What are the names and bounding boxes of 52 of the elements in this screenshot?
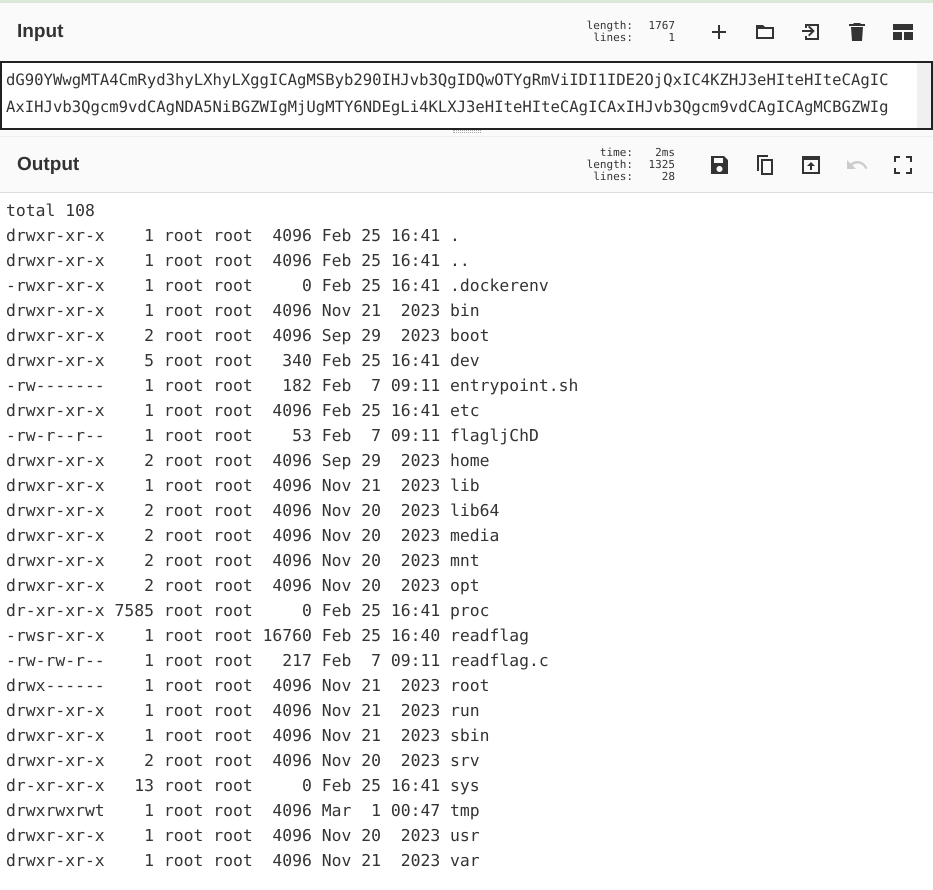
stat-label: lines: <box>593 170 633 182</box>
output-line: drwxr-xr-x 1 root root 4096 Feb 25 16:41 etc <box>6 400 480 422</box>
output-line: total 108 <box>6 200 95 222</box>
output-line: drwxr-xr-x 1 root root 4096 Feb 25 16:41 .. <box>6 250 470 272</box>
panel-title: Output <box>17 154 80 176</box>
output-line: drwx------ 1 root root 4096 Nov 21 2023 root <box>6 675 490 697</box>
output-line: drwxr-xr-x 1 root root 4096 Feb 25 16:41 . <box>6 225 460 247</box>
output-line: drwxr-xr-x 1 root root 4096 Nov 20 2023 usr <box>6 825 480 847</box>
copy-icon <box>757 154 773 174</box>
output-line: dr-xr-xr-x 13 root root 0 Feb 25 16:41 sys <box>6 775 480 797</box>
output-line: drwxr-xr-x 1 root root 4096 Nov 21 2023 bin <box>6 300 480 322</box>
stat-label: length: <box>586 20 633 32</box>
input-field[interactable]: dG90YWwgMTA4CmRyd3hyLXhyLXggICAgMSByb290IHJvb3QgIDQwOTYgRmViIDI1IDE2OjQxIC4KZHJ3eHIteHIteCAgIC AxIHJvb3Qgcm9vdCAgNDA5NiBGZWIgMjUgMTY6NDEgLi4KLXJ3eHIteHIteCAgICAxIHJvb3Qgcm9vdCAgICAgMCBGZWIg <box>0 61 933 130</box>
output-line: drwxr-xr-x 2 root root 4096 Nov 20 2023 media <box>6 525 500 547</box>
output-line: drwxr-xr-x 2 root root 4096 Nov 20 2023 srv <box>6 750 480 772</box>
stat-value: 1767 <box>648 20 675 32</box>
add-icon <box>712 25 726 39</box>
output-line: -rw-r--r-- 1 root root 53 Feb 7 09:11 flagljChD <box>6 425 539 447</box>
panel-title: Input <box>17 21 64 43</box>
stat-value: 28 <box>660 170 675 182</box>
stat-value: 1325 <box>648 158 675 170</box>
layout-icon <box>893 24 913 40</box>
output-line: dr-xr-xr-x 7585 root root 0 Feb 25 16:41 proc <box>6 600 490 622</box>
stat-label: lines: <box>593 32 633 44</box>
resize-handle[interactable] <box>452 130 480 133</box>
stat-label: time: <box>598 146 633 158</box>
output-line: drwxr-xr-x 2 root root 4096 Nov 20 2023 opt <box>6 575 480 597</box>
upload-window-icon <box>802 156 820 174</box>
undo-icon <box>847 160 868 168</box>
delete-icon <box>849 23 865 41</box>
folder-icon <box>756 25 774 39</box>
output-line: drwxr-xr-x 2 root root 4096 Nov 20 2023 mnt <box>6 550 480 572</box>
output-line: -rwsr-xr-x 1 root root 16760 Feb 25 16:40 readflag <box>6 625 530 647</box>
output-line: drwxr-xr-x 1 root root 4096 Nov 21 2023 sbin <box>6 725 490 747</box>
save-icon <box>711 156 728 174</box>
scrollbar[interactable] <box>917 63 931 128</box>
output-line: drwxr-xr-x 2 root root 4096 Nov 20 2023 lib64 <box>6 500 500 522</box>
output-line: -rw-rw-r-- 1 root root 217 Feb 7 09:11 readflag.c <box>6 650 549 672</box>
stat-value: 2ms <box>654 146 675 158</box>
output-line: drwxrwxrwt 1 root root 4096 Mar 1 00:47 tmp <box>6 800 480 822</box>
output-line: drwxr-xr-x 1 root root 4096 Nov 21 2023 run <box>6 700 480 722</box>
stat-value: 1 <box>667 32 675 44</box>
stat-label: length: <box>586 158 633 170</box>
output-line: -rwxr-xr-x 1 root root 0 Feb 25 16:41 .dockerenv <box>6 275 549 297</box>
output-line: drwxr-xr-x 2 root root 4096 Sep 29 2023 boot <box>6 325 490 347</box>
output-line: drwxr-xr-x 5 root root 340 Feb 25 16:41 dev <box>6 350 480 372</box>
import-icon <box>802 24 819 40</box>
output-line: -rw------- 1 root root 182 Feb 7 09:11 entrypoint.sh <box>6 375 578 397</box>
output-line: drwxr-xr-x 1 root root 4096 Nov 21 2023 lib <box>6 475 480 497</box>
output-line: drwxr-xr-x 1 root root 4096 Nov 21 2023 var <box>6 850 480 872</box>
output-line: drwxr-xr-x 2 root root 4096 Sep 29 2023 home <box>6 450 490 472</box>
fullscreen-icon <box>894 156 912 174</box>
